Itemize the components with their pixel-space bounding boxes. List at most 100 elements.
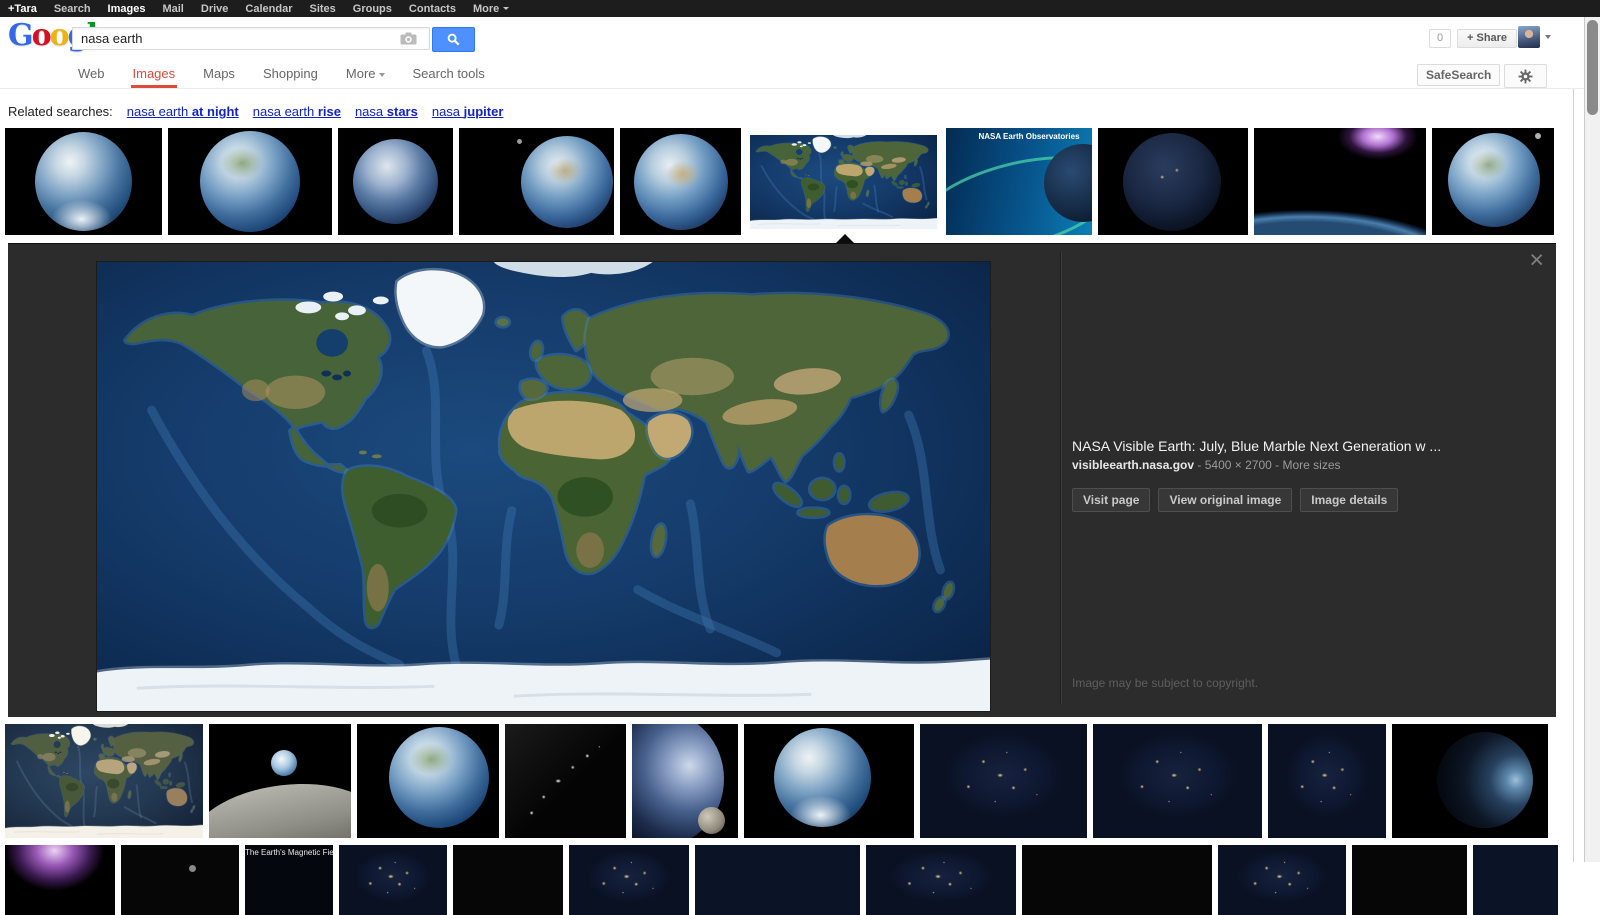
thumbnail-earth-at-night-globe[interactable] <box>1098 128 1248 235</box>
topbar-item-drive[interactable]: Drive <box>201 3 229 15</box>
profile-avatar[interactable] <box>1518 26 1540 48</box>
related-searches: Related searches: nasa earth at night na… <box>8 104 503 119</box>
thumbnail-night-map[interactable] <box>866 845 1016 915</box>
thumbnail-earth-globe[interactable] <box>744 724 914 838</box>
thumbnail-dark-space[interactable] <box>1022 845 1212 915</box>
panel-divider <box>1060 252 1062 704</box>
logo-letter: G <box>8 18 32 53</box>
thumbnail-night-map[interactable] <box>1218 845 1346 915</box>
thumbnail-earth-globe[interactable] <box>5 128 162 235</box>
thumbnail-row-middle <box>5 724 1548 838</box>
thumbnail-earth-globe-with-moon[interactable] <box>459 128 614 235</box>
view-original-image-button[interactable]: View original image <box>1158 488 1292 512</box>
topbar-item-more[interactable]: More <box>473 3 509 15</box>
meta-separator: - <box>1194 458 1205 472</box>
thumbnail-row-bottom: The Earth's Magnetic Field <box>5 845 1558 915</box>
thumbnail-dark-ocean[interactable] <box>1473 845 1558 915</box>
thumbnail-night-map[interactable] <box>339 845 447 915</box>
topbar-item-images[interactable]: Images <box>108 3 146 15</box>
thumbnail-magnetic-field-poster[interactable]: The Earth's Magnetic Field <box>245 845 333 915</box>
search-button[interactable] <box>432 27 475 52</box>
thumbnail-coastline-night-lights[interactable] <box>505 724 626 838</box>
thumbnail-italy-at-night[interactable] <box>1268 724 1386 838</box>
thumbnail-earth-globe[interactable] <box>338 128 453 235</box>
meta-separator: - <box>1272 458 1283 472</box>
topbar-item-search[interactable]: Search <box>54 3 91 15</box>
chevron-down-icon <box>379 73 385 77</box>
tab-images[interactable]: Images <box>133 62 176 87</box>
thumbnail-nasa-earth-observatory-poster[interactable]: NASA Earth Observatories <box>946 128 1092 235</box>
notifications-count-button[interactable]: 0 <box>1429 29 1451 48</box>
tab-more[interactable]: More <box>346 62 385 87</box>
search-by-image-camera-icon[interactable] <box>400 32 417 50</box>
thumbnail-earthrise[interactable] <box>209 724 351 838</box>
window-edge <box>1573 17 1574 862</box>
thumbnail-earth-crescent[interactable] <box>1392 724 1548 838</box>
thumbnail-world-map[interactable] <box>5 724 203 838</box>
topbar-item-groups[interactable]: Groups <box>353 3 392 15</box>
thumbnail-earth-globe[interactable] <box>357 724 499 838</box>
selected-thumbnail-pointer <box>836 234 854 243</box>
topbar-item-plus-tara[interactable]: +Tara <box>8 3 37 15</box>
logo-letter: o <box>32 18 50 53</box>
preview-title-link[interactable]: NASA Visible Earth: July, Blue Marble Ne… <box>1072 438 1538 454</box>
thumbnail-night-map[interactable] <box>569 845 689 915</box>
close-icon[interactable]: × <box>1529 248 1544 273</box>
topbar-item-calendar[interactable]: Calendar <box>245 3 292 15</box>
world-map-graphic <box>5 724 203 838</box>
logo-letter: o <box>50 18 68 53</box>
related-link-nasa-stars[interactable]: nasa stars <box>355 104 418 119</box>
gear-icon <box>1518 69 1533 84</box>
thumbnail-world-map-selected[interactable] <box>747 128 940 235</box>
related-link-nasa-earth-at-night[interactable]: nasa earth at night <box>127 104 239 119</box>
thumbnail-earth-horizon-sunrise[interactable] <box>1254 128 1426 235</box>
visit-page-button[interactable]: Visit page <box>1072 488 1150 512</box>
thumbnail-sunrise-glow[interactable] <box>5 845 115 915</box>
thumbnail-earth-globe[interactable] <box>168 128 332 235</box>
tab-web[interactable]: Web <box>78 62 105 87</box>
tab-shopping[interactable]: Shopping <box>263 62 318 87</box>
thumbnail-row-top: NASA Earth Observatories <box>5 128 1554 235</box>
share-button[interactable]: + Share <box>1457 29 1517 48</box>
safesearch-dropdown[interactable]: SafeSearch <box>1417 64 1500 86</box>
related-link-nasa-earth-rise[interactable]: nasa earth rise <box>253 104 341 119</box>
world-map-graphic <box>97 262 990 711</box>
settings-gear-button[interactable] <box>1504 64 1547 88</box>
thumbnail-earth-crescent-with-moon[interactable] <box>632 724 738 838</box>
search-icon <box>447 33 460 46</box>
observatory-caption: NASA Earth Observatories <box>970 132 1088 141</box>
search-header: Google 0 + Share <box>0 17 1584 61</box>
thumbnail-europe-at-night[interactable] <box>920 724 1087 838</box>
chevron-down-icon <box>503 7 509 10</box>
topbar-item-contacts[interactable]: Contacts <box>409 3 456 15</box>
preview-meta: visibleearth.nasa.gov - 5400 × 2700 - Mo… <box>1072 458 1538 472</box>
thumbnail-dark-space[interactable] <box>1352 845 1467 915</box>
thumbnail-dark-ocean[interactable] <box>695 845 860 915</box>
result-tabs: Web Images Maps Shopping More Search too… <box>78 61 485 88</box>
tab-search-tools[interactable]: Search tools <box>413 62 485 87</box>
thumbnail-earth-globe-with-moon[interactable] <box>1432 128 1554 235</box>
preview-info: NASA Visible Earth: July, Blue Marble Ne… <box>1072 438 1538 512</box>
scrollbar-track[interactable] <box>1584 17 1600 862</box>
search-input[interactable] <box>72 27 430 50</box>
preview-actions: Visit page View original image Image det… <box>1072 488 1538 512</box>
google-black-bar: +Tara Search Images Mail Drive Calendar … <box>0 0 1600 17</box>
related-link-nasa-jupiter[interactable]: nasa jupiter <box>432 104 504 119</box>
thumbnail-dark-space[interactable] <box>121 845 239 915</box>
results-toolbar: Web Images Maps Shopping More Search too… <box>0 61 1584 89</box>
thumbnail-earth-globe[interactable] <box>620 128 741 235</box>
tab-maps[interactable]: Maps <box>203 62 235 87</box>
thumbnail-north-america-at-night[interactable] <box>1093 724 1262 838</box>
preview-domain: visibleearth.nasa.gov <box>1072 458 1194 472</box>
topbar-item-sites[interactable]: Sites <box>309 3 335 15</box>
world-map-graphic <box>750 135 937 229</box>
magnetic-field-caption: The Earth's Magnetic Field <box>245 848 333 857</box>
thumbnail-dark-space[interactable] <box>453 845 563 915</box>
topbar-item-mail[interactable]: Mail <box>162 3 183 15</box>
preview-image-blue-marble-map[interactable] <box>97 262 990 711</box>
image-preview-panel: NASA Visible Earth: July, Blue Marble Ne… <box>8 243 1556 717</box>
scrollbar-thumb[interactable] <box>1587 20 1598 115</box>
more-sizes-link[interactable]: More sizes <box>1282 458 1340 472</box>
image-details-button[interactable]: Image details <box>1300 488 1398 512</box>
profile-chevron-down-icon[interactable] <box>1545 35 1551 39</box>
